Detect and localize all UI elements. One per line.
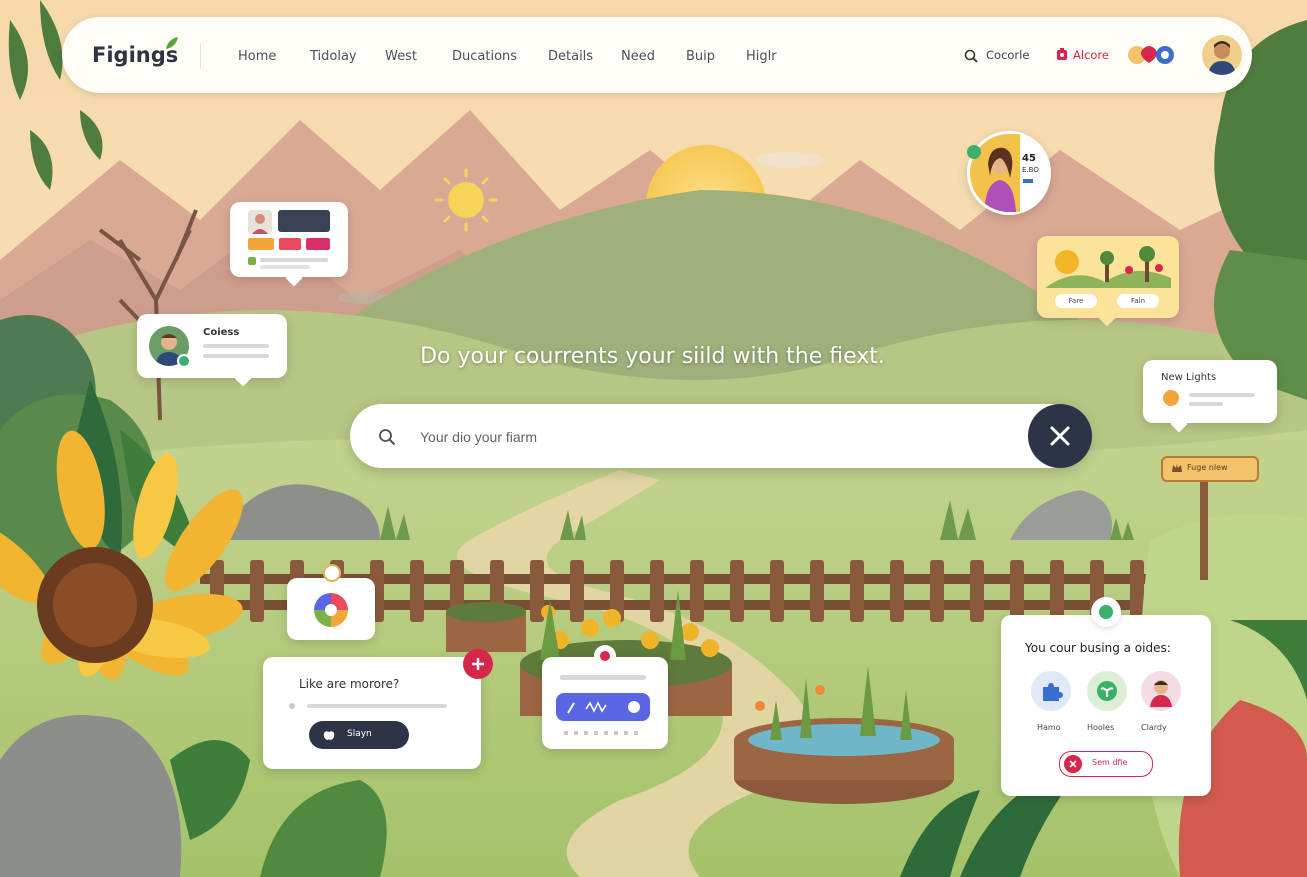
guides-action-button[interactable]: Sem dfie [1059, 751, 1153, 777]
scene-button-2[interactable]: Fain [1117, 294, 1159, 308]
nav-home[interactable]: Home [238, 49, 276, 64]
palette-preview-card[interactable] [230, 202, 348, 287]
nav-details[interactable]: Details [548, 49, 593, 64]
close-circle-icon [1064, 755, 1082, 773]
red-swatch [279, 238, 301, 250]
guide-item-home[interactable] [1031, 671, 1071, 711]
bullet-dot [289, 703, 295, 709]
nav-higlr[interactable]: Higlr [746, 49, 777, 64]
hero-headline: Do your courrents your siild with the fi… [420, 344, 885, 369]
profile-card-title: Coiess [203, 327, 240, 338]
audio-wave-button[interactable] [556, 693, 650, 721]
light-bulb-icon [1163, 390, 1179, 406]
crown-icon [1172, 464, 1182, 472]
text-placeholder-line [307, 704, 447, 708]
text-placeholder-line [560, 675, 646, 680]
guide-item-holes[interactable] [1087, 671, 1127, 711]
guides-card[interactable]: You cour busing a oides: Hamo Hooles Cla… [1001, 597, 1211, 796]
guide-label-3: Clardy [1141, 723, 1167, 732]
orange-swatch [248, 238, 274, 250]
plus-icon [472, 658, 484, 670]
search-input[interactable] [418, 422, 1022, 452]
search-icon[interactable] [964, 49, 978, 63]
like-action-label: Slayn [347, 729, 372, 739]
online-status-dot [177, 354, 191, 368]
guides-title: You cour busing a oides: [1025, 641, 1171, 655]
guide-label-1: Hamo [1037, 723, 1061, 732]
text-placeholder-line [260, 265, 310, 269]
profile-thumbnail [248, 210, 272, 234]
text-placeholder-line [260, 258, 328, 262]
dot-indicator [564, 731, 640, 735]
user-badge-card[interactable]: 45 E.BO [967, 131, 1051, 215]
nav-buip[interactable]: Buip [686, 49, 715, 64]
pin-icon [1091, 597, 1121, 627]
badge-indicator [1023, 179, 1033, 183]
avatar-person-icon [1208, 41, 1236, 75]
person-icon [252, 214, 268, 234]
alert-link[interactable]: Alcore [1073, 48, 1109, 62]
guide-item-clardy[interactable] [1141, 671, 1181, 711]
pin-icon [323, 564, 341, 582]
friends-hearts-icon[interactable] [1125, 41, 1181, 67]
nav-need[interactable]: Need [621, 49, 655, 64]
badge-status-icon [967, 145, 981, 159]
text-placeholder-line [203, 354, 269, 358]
like-card-title: Like are morore? [299, 677, 400, 691]
scene-preview-card[interactable]: Fare Fain [1037, 236, 1179, 327]
scene-button-1[interactable]: Fare [1055, 294, 1097, 308]
apple-icon [323, 731, 335, 740]
leaf-icon [166, 37, 178, 49]
green-dot [248, 257, 256, 265]
guide-label-2: Hooles [1087, 723, 1115, 732]
text-placeholder-line [1189, 393, 1255, 397]
new-lights-card[interactable]: New Lights [1143, 360, 1277, 433]
color-wheel-icon [314, 593, 348, 627]
clear-search-button[interactable] [1028, 404, 1092, 468]
top-navigation-bar: Figings Home Tidolay West Ducations Deta… [62, 17, 1252, 93]
profile-card[interactable]: Coiess [137, 314, 287, 387]
badge-line-2: E.BO [1022, 166, 1039, 174]
dark-swatch [278, 210, 330, 232]
signpost-label: Fuge nlew [1187, 463, 1228, 472]
pin-icon [594, 645, 616, 667]
new-lights-title: New Lights [1161, 372, 1217, 383]
search-link[interactable]: Cocorle [986, 48, 1029, 62]
divider [200, 43, 201, 69]
puzzle-icon [1043, 683, 1063, 701]
planter-small [446, 602, 526, 652]
add-button[interactable] [463, 649, 493, 679]
pink-swatch [306, 238, 330, 250]
bell-alert-icon[interactable] [1055, 47, 1069, 62]
like-action-button[interactable]: Slayn [309, 721, 409, 749]
badge-line-1: 45 [1022, 153, 1036, 164]
text-placeholder-line [1189, 402, 1223, 406]
guides-action-label: Sem dfie [1092, 758, 1128, 767]
nav-tidolay[interactable]: Tidolay [310, 49, 357, 64]
waveform-icon [567, 701, 640, 714]
text-placeholder-line [203, 344, 269, 348]
nav-west[interactable]: West [385, 49, 417, 64]
color-wheel-card[interactable] [287, 564, 375, 640]
plant-icon [1097, 681, 1117, 701]
person-icon [1150, 680, 1172, 707]
like-prompt-card[interactable]: Like are morore? Slayn [263, 649, 493, 769]
search-icon [379, 429, 396, 446]
audio-card[interactable] [542, 645, 668, 749]
nav-ducations[interactable]: Ducations [452, 49, 517, 64]
user-avatar[interactable] [1202, 35, 1242, 75]
close-icon [1050, 426, 1070, 446]
scene-illustration [1045, 246, 1171, 288]
signpost-button[interactable]: Fuge nlew [1161, 456, 1259, 482]
hero-search-bar[interactable] [350, 404, 1092, 468]
